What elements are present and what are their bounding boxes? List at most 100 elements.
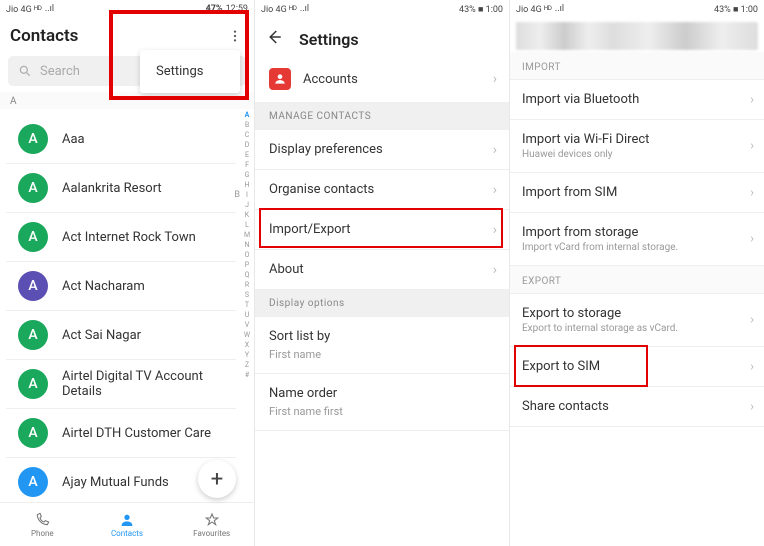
avatar: A (18, 124, 48, 154)
contact-row[interactable]: A Act Internet Rock Town (6, 213, 236, 262)
row-import-from-storage[interactable]: Import from storageImport vCard from int… (510, 213, 764, 266)
alpha-index-letter[interactable]: I (242, 190, 252, 200)
alpha-index-letter[interactable]: Z (242, 360, 252, 370)
time: 12:59 (226, 4, 248, 14)
back-button[interactable] (265, 28, 283, 50)
alpha-index-letter[interactable]: A (242, 110, 252, 120)
carrier: Jio 4G ᴴᴰ (516, 4, 552, 15)
contact-row[interactable]: A Airtel DTH Customer Care (6, 409, 236, 458)
contact-name: Aaa (62, 132, 85, 147)
carrier: Jio 4G ᴴᴰ (261, 4, 297, 15)
overflow-menu-button[interactable] (228, 29, 244, 43)
alpha-index-letter[interactable]: Q (242, 270, 252, 280)
alpha-index[interactable]: ABCDEFGHIJKLMNOPQRSTUVWXYZ# (242, 110, 252, 380)
contact-row[interactable]: A Act Nacharam (6, 262, 236, 311)
alpha-index-letter[interactable]: D (242, 140, 252, 150)
row-label: Share contacts (522, 399, 752, 414)
alpha-index-letter[interactable]: S (242, 290, 252, 300)
row-organise-contacts[interactable]: Organise contacts› (255, 170, 509, 210)
menu-item-settings[interactable]: Settings (156, 64, 224, 79)
screen-contacts: Jio 4G ᴴᴰ ..ıl 47% 12:59 Contacts Search… (0, 0, 255, 546)
contact-name: Airtel Digital TV Account Details (62, 369, 224, 399)
letter-hint-b: B (234, 190, 240, 200)
alpha-index-letter[interactable]: C (242, 130, 252, 140)
avatar: A (18, 369, 48, 399)
chevron-right-icon: › (750, 313, 754, 328)
battery-pct: 47% (206, 4, 223, 14)
signal-icon: ..ıl (45, 4, 54, 14)
blurred-header (516, 22, 758, 50)
status-bar: Jio 4G ᴴᴰ ..ıl 43% ■ 1:00 (510, 0, 764, 18)
nav-phone[interactable]: Phone (0, 503, 85, 546)
nav-favourites[interactable]: Favourites (169, 503, 254, 546)
alpha-index-letter[interactable]: W (242, 330, 252, 340)
alpha-index-letter[interactable]: Y (242, 350, 252, 360)
alpha-index-letter[interactable]: M (242, 230, 252, 240)
row-import-export[interactable]: Import/Export› (255, 210, 509, 250)
nav-label: Contacts (111, 529, 143, 538)
alpha-index-letter[interactable]: K (242, 210, 252, 220)
row-accounts[interactable]: Accounts › (255, 56, 509, 103)
row-label: Name order (269, 386, 337, 401)
row-share-contacts[interactable]: Share contacts› (510, 387, 764, 427)
screen-settings: Jio 4G ᴴᴰ ..ıl 43% ■ 1:00 Settings Accou… (255, 0, 510, 546)
alpha-index-letter[interactable]: # (242, 370, 252, 380)
alpha-index-letter[interactable]: H (242, 180, 252, 190)
add-contact-fab[interactable]: + (198, 460, 236, 498)
row-label: About (269, 262, 304, 277)
row-sub: Export to internal storage as vCard. (522, 323, 752, 334)
star-icon (204, 512, 220, 528)
row-import-via-wi-fi-direct[interactable]: Import via Wi-Fi DirectHuawei devices on… (510, 120, 764, 173)
status-bar: Jio 4G ᴴᴰ ..ıl 47% 12:59 (0, 0, 254, 18)
accounts-icon (269, 68, 291, 90)
row-sort-list-by[interactable]: Sort list by First name (255, 317, 509, 374)
alpha-index-letter[interactable]: N (242, 240, 252, 250)
alpha-index-letter[interactable]: T (242, 300, 252, 310)
alpha-index-letter[interactable]: G (242, 170, 252, 180)
alpha-index-letter[interactable]: R (242, 280, 252, 290)
row-name-order[interactable]: Name order First name first (255, 374, 509, 431)
alpha-index-letter[interactable]: X (242, 340, 252, 350)
contact-row[interactable]: A Airtel Digital TV Account Details (6, 360, 236, 409)
contact-row[interactable]: A Aaa (6, 115, 236, 164)
page-title: Contacts (10, 26, 78, 46)
row-about[interactable]: About› (255, 250, 509, 290)
alpha-index-letter[interactable]: L (242, 220, 252, 230)
status-bar: Jio 4G ᴴᴰ ..ıl 43% ■ 1:00 (255, 0, 509, 18)
alpha-index-letter[interactable]: P (242, 260, 252, 270)
screen-import-export: Jio 4G ᴴᴰ ..ıl 43% ■ 1:00 IMPORT Import … (510, 0, 764, 546)
row-export-to-storage[interactable]: Export to storage Export to internal stor… (510, 294, 764, 347)
search-icon (18, 64, 32, 78)
contact-row[interactable]: A Aalankrita Resort (6, 164, 236, 213)
search-placeholder: Search (40, 64, 80, 79)
row-display-preferences[interactable]: Display preferences › (255, 130, 509, 170)
row-sub: Import vCard from internal storage. (522, 242, 752, 253)
row-label: Display preferences (269, 142, 383, 157)
section-import: IMPORT (510, 52, 764, 80)
row-export-to-sim[interactable]: Export to SIM› (510, 347, 764, 387)
row-import-from-sim[interactable]: Import from SIM› (510, 173, 764, 213)
alpha-index-letter[interactable]: B (242, 120, 252, 130)
signal-icon: ..ıl (555, 4, 564, 14)
row-label: Import via Wi-Fi Direct (522, 132, 752, 147)
alpha-index-letter[interactable]: F (242, 160, 252, 170)
alpha-index-letter[interactable]: U (242, 310, 252, 320)
contact-row[interactable]: A Act Sai Nagar (6, 311, 236, 360)
phone-icon (34, 512, 50, 528)
contact-name: Aalankrita Resort (62, 181, 162, 196)
nav-label: Phone (31, 529, 54, 538)
row-label: Sort list by (269, 329, 330, 344)
alpha-index-letter[interactable]: E (242, 150, 252, 160)
contact-name: Act Nacharam (62, 279, 145, 294)
alpha-index-letter[interactable]: V (242, 320, 252, 330)
section-header-a: A (0, 92, 254, 109)
avatar: A (18, 467, 48, 497)
signal-icon: ..ıl (300, 4, 309, 14)
row-import-via-bluetooth[interactable]: Import via Bluetooth› (510, 80, 764, 120)
battery-time: 43% ■ 1:00 (459, 4, 503, 15)
alpha-index-letter[interactable]: J (242, 200, 252, 210)
nav-contacts[interactable]: Contacts (85, 503, 170, 546)
chevron-right-icon: › (493, 142, 497, 158)
row-label: Export to storage (522, 306, 752, 321)
alpha-index-letter[interactable]: O (242, 250, 252, 260)
